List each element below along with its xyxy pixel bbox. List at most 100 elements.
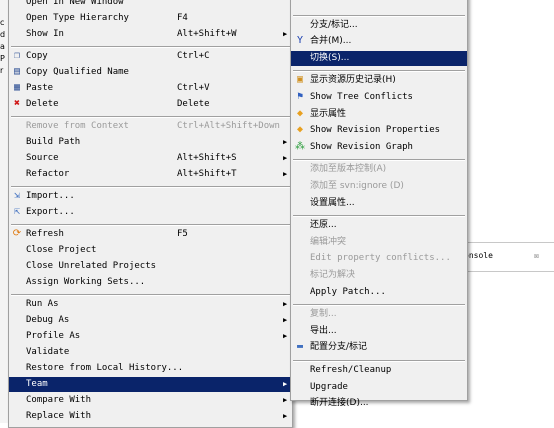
menu-item-label: Delete [26,98,59,109]
menu-item-replace-with[interactable]: Replace With ▶ [9,409,292,424]
paste-icon: ▦ [13,81,21,93]
branch-config-icon: ▬ [296,341,304,353]
submenu-item-label: 分支/标记... [310,19,358,30]
menu-item-team[interactable]: Team ▶ [9,376,292,392]
merge-icon: Y [296,35,304,47]
menu-item-run-as[interactable]: Run As ▶ [9,297,292,312]
background-fragment: P [0,54,5,63]
menu-separator [293,360,465,362]
menu-item-profile-as[interactable]: Profile As ▶ [9,329,292,344]
submenu-item-label: Show Tree Conflicts [310,92,413,102]
submenu-item-h[interactable]: ▣ 显示资源历史记录(H) [291,73,467,88]
menu-separator [11,294,290,297]
menu-item-label: Remove from Context [26,121,129,132]
menu-separator [11,45,290,48]
submenu-item-apply-patch[interactable]: Apply Patch... [291,285,467,300]
menu-item-label: Open In New Window [26,0,124,7]
menu-separator [293,215,465,218]
submenu-item-d[interactable]: 断开连接(D)... [291,396,467,411]
menu-item-paste[interactable]: ▦ Paste Ctrl+V [9,81,292,96]
menu-item-open-in-new-window[interactable]: Open In New Window [9,0,292,10]
menu-item-label: Close Project [26,245,97,256]
submenu-item-label: 配置分支/标记 [310,342,368,353]
menu-item-debug-as[interactable]: Debug As ▶ [9,313,292,328]
menu-separator [11,185,290,188]
menu-item-label: Export... [26,207,75,217]
menu-item-close-project[interactable]: Close Project [9,243,292,258]
menu-item-copy[interactable]: ❐ Copy Ctrl+C [9,49,292,64]
menu-item-label: Show In [26,28,64,39]
export-icon: ⇱ [13,206,21,217]
menu-item-compare-with[interactable]: Compare With ▶ [9,393,292,408]
submenu-item-entry-24[interactable]: ▬ 配置分支/标记 [291,340,467,355]
submenu-item-entry-2[interactable]: 分支/标记... [291,18,467,33]
menu-item-export[interactable]: ⇱ Export... [9,205,292,220]
menu-item-label: Open Type Hierarchy [26,12,129,23]
submenu-item-entry-0[interactable] [291,0,467,10]
tree-conflicts-icon: ⚑ [296,91,304,102]
submenu-item-label: 设置属性... [310,197,355,208]
menu-separator [11,115,290,118]
submenu-item-entry-8[interactable]: ◆ 显示属性 [291,107,467,122]
menu-item-validate[interactable]: Validate [9,345,292,360]
workbench-editor-area [466,0,554,423]
submenu-item-a: 添加至版本控制(A) [291,162,467,177]
submenu-item-svn-ignore-d: 添加至 svn:ignore (D) [291,179,467,194]
submenu-arrow-icon: ▶ [283,29,288,38]
close-icon[interactable]: ☒ [534,251,539,260]
submenu-item-label: Show Revision Properties [310,125,441,136]
context-menu: Open In New Window Open Type Hierarchy F4 S… [8,0,293,428]
menu-item-close-unrelated-projects[interactable]: Close Unrelated Projects [9,259,292,274]
submenu-item-refresh-cleanup[interactable]: Refresh/Cleanup [291,363,467,378]
workbench-left-edge: cdaPr [0,0,8,423]
menu-item-open-type-hierarchy[interactable]: Open Type Hierarchy F4 [9,11,292,26]
menu-item-delete[interactable]: ✖ Delete Delete [9,97,292,112]
submenu-item-entry-23[interactable]: 导出... [291,324,467,339]
submenu-item-upgrade[interactable]: Upgrade [291,380,467,395]
submenu-item-entry-14[interactable]: 设置属性... [291,196,467,211]
console-tab[interactable]: onsole ☒ [458,242,554,272]
import-icon: ⇲ [13,190,21,202]
submenu-item-show-tree-conflicts[interactable]: ⚑ Show Tree Conflicts [291,90,467,105]
submenu-item-show-revision-properties[interactable]: ◆ Show Revision Properties [291,123,467,138]
submenu-item-label: 编辑冲突 [310,236,347,247]
copy-qualified-icon: ▤ [13,66,21,77]
menu-item-show-in[interactable]: Show In Alt+Shift+W ▶ [9,27,292,42]
submenu-arrow-icon: ▶ [283,316,288,325]
submenu-item-show-revision-graph[interactable]: ⁂ Show Revision Graph [291,140,467,155]
menu-item-shortcut: Alt+Shift+S [177,152,237,163]
refresh-icon: ⟳ [12,228,22,240]
menu-item-label: Refactor [26,168,70,179]
submenu-item-label: Edit property conflicts... [310,253,451,264]
menu-item-shortcut: Alt+Shift+T [177,168,237,179]
submenu-item-entry-19: 标记为解决 [291,268,467,283]
submenu-item-label: Upgrade [310,381,348,392]
menu-item-shortcut: Ctrl+V [177,82,210,93]
menu-item-shortcut: Ctrl+C [177,51,210,62]
menu-item-refresh[interactable]: ⟳ Refresh F5 [9,227,292,242]
history-icon: ▣ [296,74,304,86]
menu-item-source[interactable]: Source Alt+Shift+S ▶ [9,151,292,166]
submenu-arrow-icon: ▶ [283,411,288,420]
submenu-item-label: Show Revision Graph [310,141,413,152]
submenu-arrow-icon: ▶ [283,153,288,162]
menu-item-assign-working-sets[interactable]: Assign Working Sets... [9,275,292,290]
submenu-item-label: 合并(M)... [310,36,352,47]
submenu-item-entry-17: 编辑冲突 [291,235,467,250]
submenu-item-label: 显示属性 [310,108,347,119]
submenu-arrow-icon: ▶ [283,379,288,388]
menu-item-label: Run As [26,299,59,310]
submenu-item-m[interactable]: Y 合并(M)... [291,34,467,49]
submenu-item-s[interactable]: 切换(S)... [291,50,467,66]
menu-item-shortcut: Alt+Shift+W [177,28,237,39]
menu-item-build-path[interactable]: Build Path ▶ [9,135,292,150]
background-fragment: a [0,42,5,51]
menu-item-restore-from-local-history[interactable]: Restore from Local History... [9,361,292,376]
menu-item-label: Copy [26,51,48,62]
menu-item-import[interactable]: ⇲ Import... [9,189,292,204]
submenu-item-label: 还原... [310,220,337,231]
submenu-item-entry-16[interactable]: 还原... [291,218,467,233]
submenu-item-label: 切换(S)... [310,52,350,63]
menu-item-copy-qualified-name[interactable]: ▤ Copy Qualified Name [9,65,292,80]
menu-item-refactor[interactable]: Refactor Alt+Shift+T ▶ [9,167,292,182]
